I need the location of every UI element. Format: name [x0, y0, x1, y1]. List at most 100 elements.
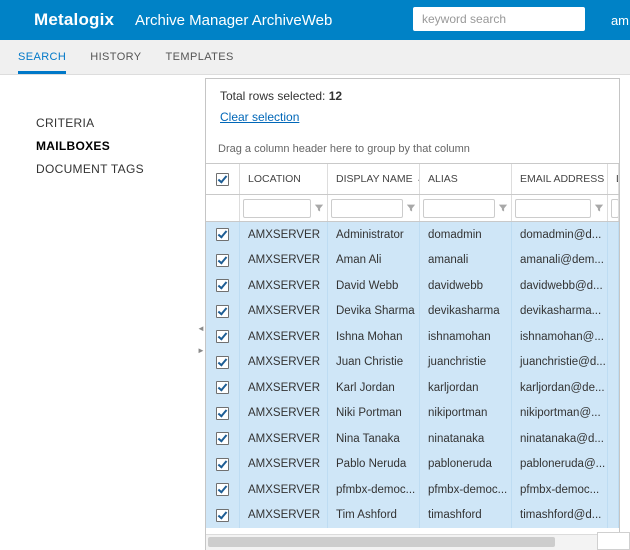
cell-extra [608, 477, 619, 503]
filter-funnel-icon[interactable] [314, 203, 324, 213]
sidebar-item-criteria[interactable]: CRITERIA [0, 112, 205, 135]
cell-extra [608, 350, 619, 376]
cell-extra [608, 452, 619, 478]
group-panel[interactable]: Drag a column header here to group by th… [206, 135, 619, 164]
table-row[interactable]: AMXSERVERDevika Sharmadevikasharmadevika… [206, 299, 619, 325]
keyword-search-input[interactable] [413, 7, 585, 31]
cell-location: AMXSERVER [240, 503, 328, 529]
row-checkbox[interactable] [216, 356, 229, 369]
cell-alias: pabloneruda [420, 452, 512, 478]
cell-email: amanali@dem... [512, 248, 608, 274]
tab-templates[interactable]: TEMPLATES [166, 40, 234, 74]
selection-summary-label: Total rows selected: [220, 89, 325, 103]
expand-panel-icon[interactable]: ► [197, 346, 207, 355]
cell-email: domadmin@d... [512, 222, 608, 248]
row-checkbox[interactable] [216, 381, 229, 394]
cell-extra [608, 222, 619, 248]
cell-location: AMXSERVER [240, 222, 328, 248]
table-row[interactable]: AMXSERVERAdministratordomadmindomadmin@d… [206, 222, 619, 248]
row-checkbox[interactable] [216, 330, 229, 343]
column-label: DISPLAY NAME [336, 173, 413, 185]
row-checkbox[interactable] [216, 458, 229, 471]
filter-input-alias[interactable] [423, 199, 495, 218]
cell-display-name: Devika Sharma [328, 299, 420, 325]
row-checkbox[interactable] [216, 509, 229, 522]
row-checkbox[interactable] [216, 407, 229, 420]
table-row[interactable]: AMXSERVERNiki Portmannikiportmannikiport… [206, 401, 619, 427]
select-all-checkbox[interactable] [216, 173, 229, 186]
filter-input-email-address[interactable] [515, 199, 591, 218]
cell-display-name: David Webb [328, 273, 420, 299]
column-header-l[interactable]: L [608, 164, 619, 194]
collapse-panel-icon[interactable]: ◄ [197, 324, 207, 333]
cell-location: AMXSERVER [240, 477, 328, 503]
row-checkbox-cell [206, 452, 240, 478]
column-label: ALIAS [428, 173, 458, 185]
column-header-email-address[interactable]: EMAIL ADDRESS [512, 164, 608, 194]
cell-email: timashford@d... [512, 503, 608, 529]
cell-display-name: Administrator [328, 222, 420, 248]
cell-display-name: Tim Ashford [328, 503, 420, 529]
filter-cell-display-name [328, 195, 420, 221]
table-row[interactable]: AMXSERVERIshna Mohanishnamohanishnamohan… [206, 324, 619, 350]
row-checkbox[interactable] [216, 305, 229, 318]
cell-extra [608, 248, 619, 274]
table-row[interactable]: AMXSERVERKarl Jordankarljordankarljordan… [206, 375, 619, 401]
column-header-location[interactable]: LOCATION [240, 164, 328, 194]
grid-filter-row [206, 195, 619, 222]
row-checkbox[interactable] [216, 228, 229, 241]
clear-selection-link[interactable]: Clear selection [220, 110, 299, 124]
filter-funnel-icon[interactable] [594, 203, 604, 213]
cell-extra [608, 401, 619, 427]
filter-input-l[interactable] [611, 199, 619, 218]
table-row[interactable]: AMXSERVERJuan Christiejuanchristiejuanch… [206, 350, 619, 376]
cell-display-name: pfmbx-democ... [328, 477, 420, 503]
user-menu[interactable]: am [611, 13, 629, 28]
tab-history[interactable]: HISTORY [90, 40, 141, 74]
column-header-display-name[interactable]: DISPLAY NAME▲ [328, 164, 420, 194]
cell-location: AMXSERVER [240, 452, 328, 478]
filter-input-display-name[interactable] [331, 199, 403, 218]
select-all-cell [206, 164, 240, 194]
cell-email: nikiportman@... [512, 401, 608, 427]
table-row[interactable]: AMXSERVERNina Tanakaninatanakaninatanaka… [206, 426, 619, 452]
tab-search[interactable]: SEARCH [18, 40, 66, 74]
column-header-alias[interactable]: ALIAS [420, 164, 512, 194]
row-checkbox[interactable] [216, 279, 229, 292]
sidebar-item-document-tags[interactable]: DOCUMENT TAGS [0, 158, 205, 181]
row-checkbox[interactable] [216, 254, 229, 267]
cell-alias: timashford [420, 503, 512, 529]
cell-alias: ninatanaka [420, 426, 512, 452]
cell-display-name: Nina Tanaka [328, 426, 420, 452]
cell-location: AMXSERVER [240, 426, 328, 452]
cell-display-name: Juan Christie [328, 350, 420, 376]
cell-alias: karljordan [420, 375, 512, 401]
cell-alias: davidwebb [420, 273, 512, 299]
horizontal-scrollbar[interactable] [206, 534, 619, 550]
row-checkbox-cell [206, 273, 240, 299]
cell-location: AMXSERVER [240, 350, 328, 376]
cell-email: pabloneruda@... [512, 452, 608, 478]
cell-location: AMXSERVER [240, 401, 328, 427]
row-checkbox[interactable] [216, 483, 229, 496]
table-row[interactable]: AMXSERVERDavid Webbdavidwebbdavidwebb@d.… [206, 273, 619, 299]
filter-funnel-icon[interactable] [406, 203, 416, 213]
filter-cell-email-address [512, 195, 608, 221]
row-checkbox-cell [206, 477, 240, 503]
grid-header-row: LOCATIONDISPLAY NAME▲ ALIAS EMAIL ADDRESSL [206, 164, 619, 195]
cell-extra [608, 375, 619, 401]
sidebar-item-mailboxes[interactable]: MAILBOXES [0, 135, 205, 158]
row-checkbox-cell [206, 324, 240, 350]
table-row[interactable]: AMXSERVERPablo Nerudapablonerudapabloner… [206, 452, 619, 478]
cell-display-name: Niki Portman [328, 401, 420, 427]
row-checkbox[interactable] [216, 432, 229, 445]
table-row[interactable]: AMXSERVERTim Ashfordtimashfordtimashford… [206, 503, 619, 529]
table-row[interactable]: AMXSERVERpfmbx-democ...pfmbx-democ...pfm… [206, 477, 619, 503]
horizontal-scrollbar-thumb[interactable] [208, 537, 555, 547]
selection-summary-value: 12 [329, 89, 342, 103]
filter-funnel-icon[interactable] [498, 203, 508, 213]
selection-summary: Total rows selected: 12 [220, 89, 605, 103]
cell-extra [608, 503, 619, 529]
table-row[interactable]: AMXSERVERAman Aliamanaliamanali@dem... [206, 248, 619, 274]
filter-input-location[interactable] [243, 199, 311, 218]
